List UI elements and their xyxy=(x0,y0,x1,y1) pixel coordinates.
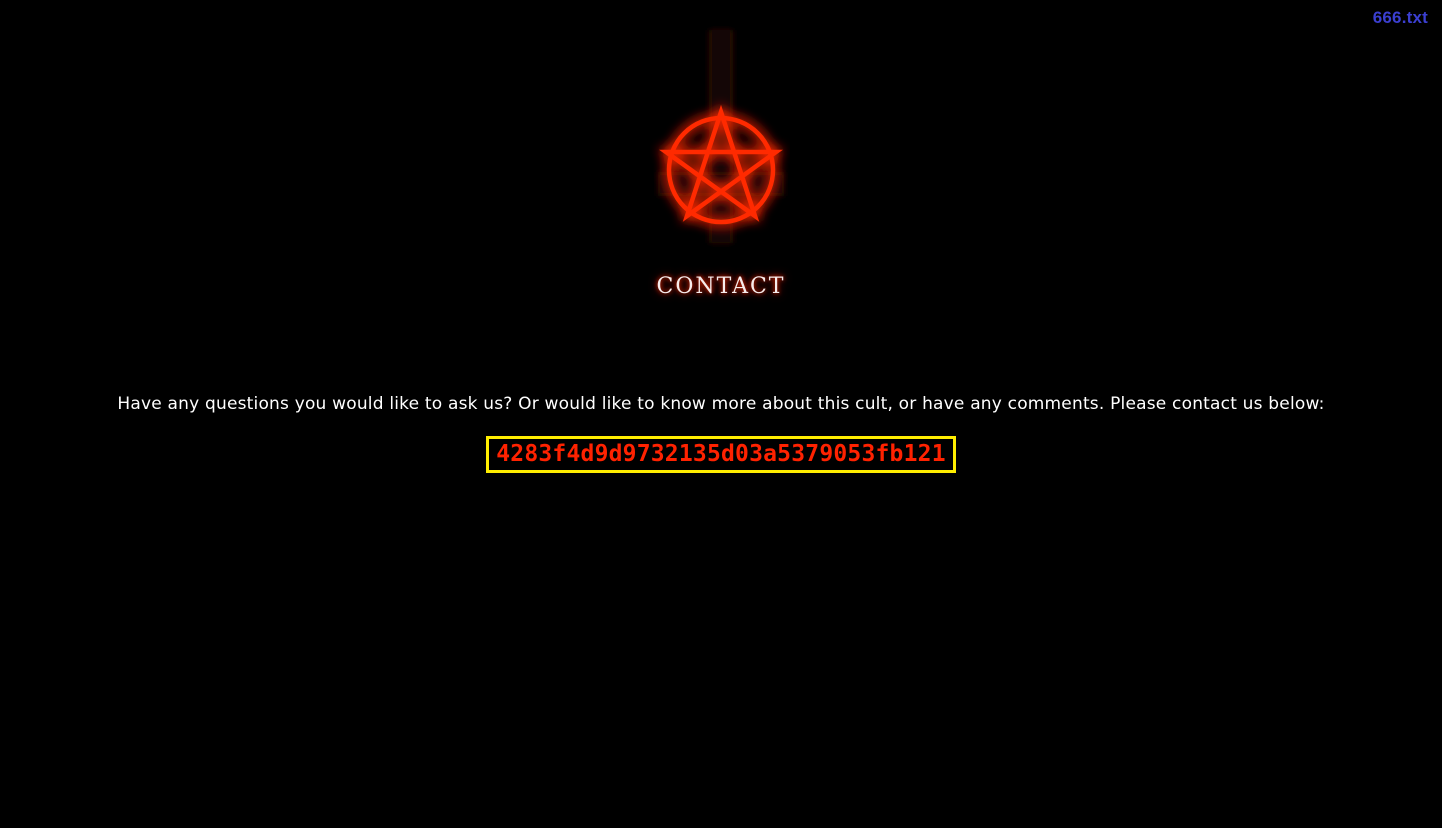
contact-token-container: 4283f4d9d9732135d03a5379053fb121 xyxy=(0,436,1442,473)
inverted-cross-pentagram-icon xyxy=(658,30,784,243)
contact-token[interactable]: 4283f4d9d9732135d03a5379053fb121 xyxy=(486,436,956,473)
inverted-cross-icon xyxy=(658,30,784,243)
page-title: CONTACT xyxy=(656,274,786,299)
file-link-666-txt[interactable]: 666.txt xyxy=(1373,8,1428,28)
contact-intro-text: Have any questions you would like to ask… xyxy=(117,394,1325,414)
